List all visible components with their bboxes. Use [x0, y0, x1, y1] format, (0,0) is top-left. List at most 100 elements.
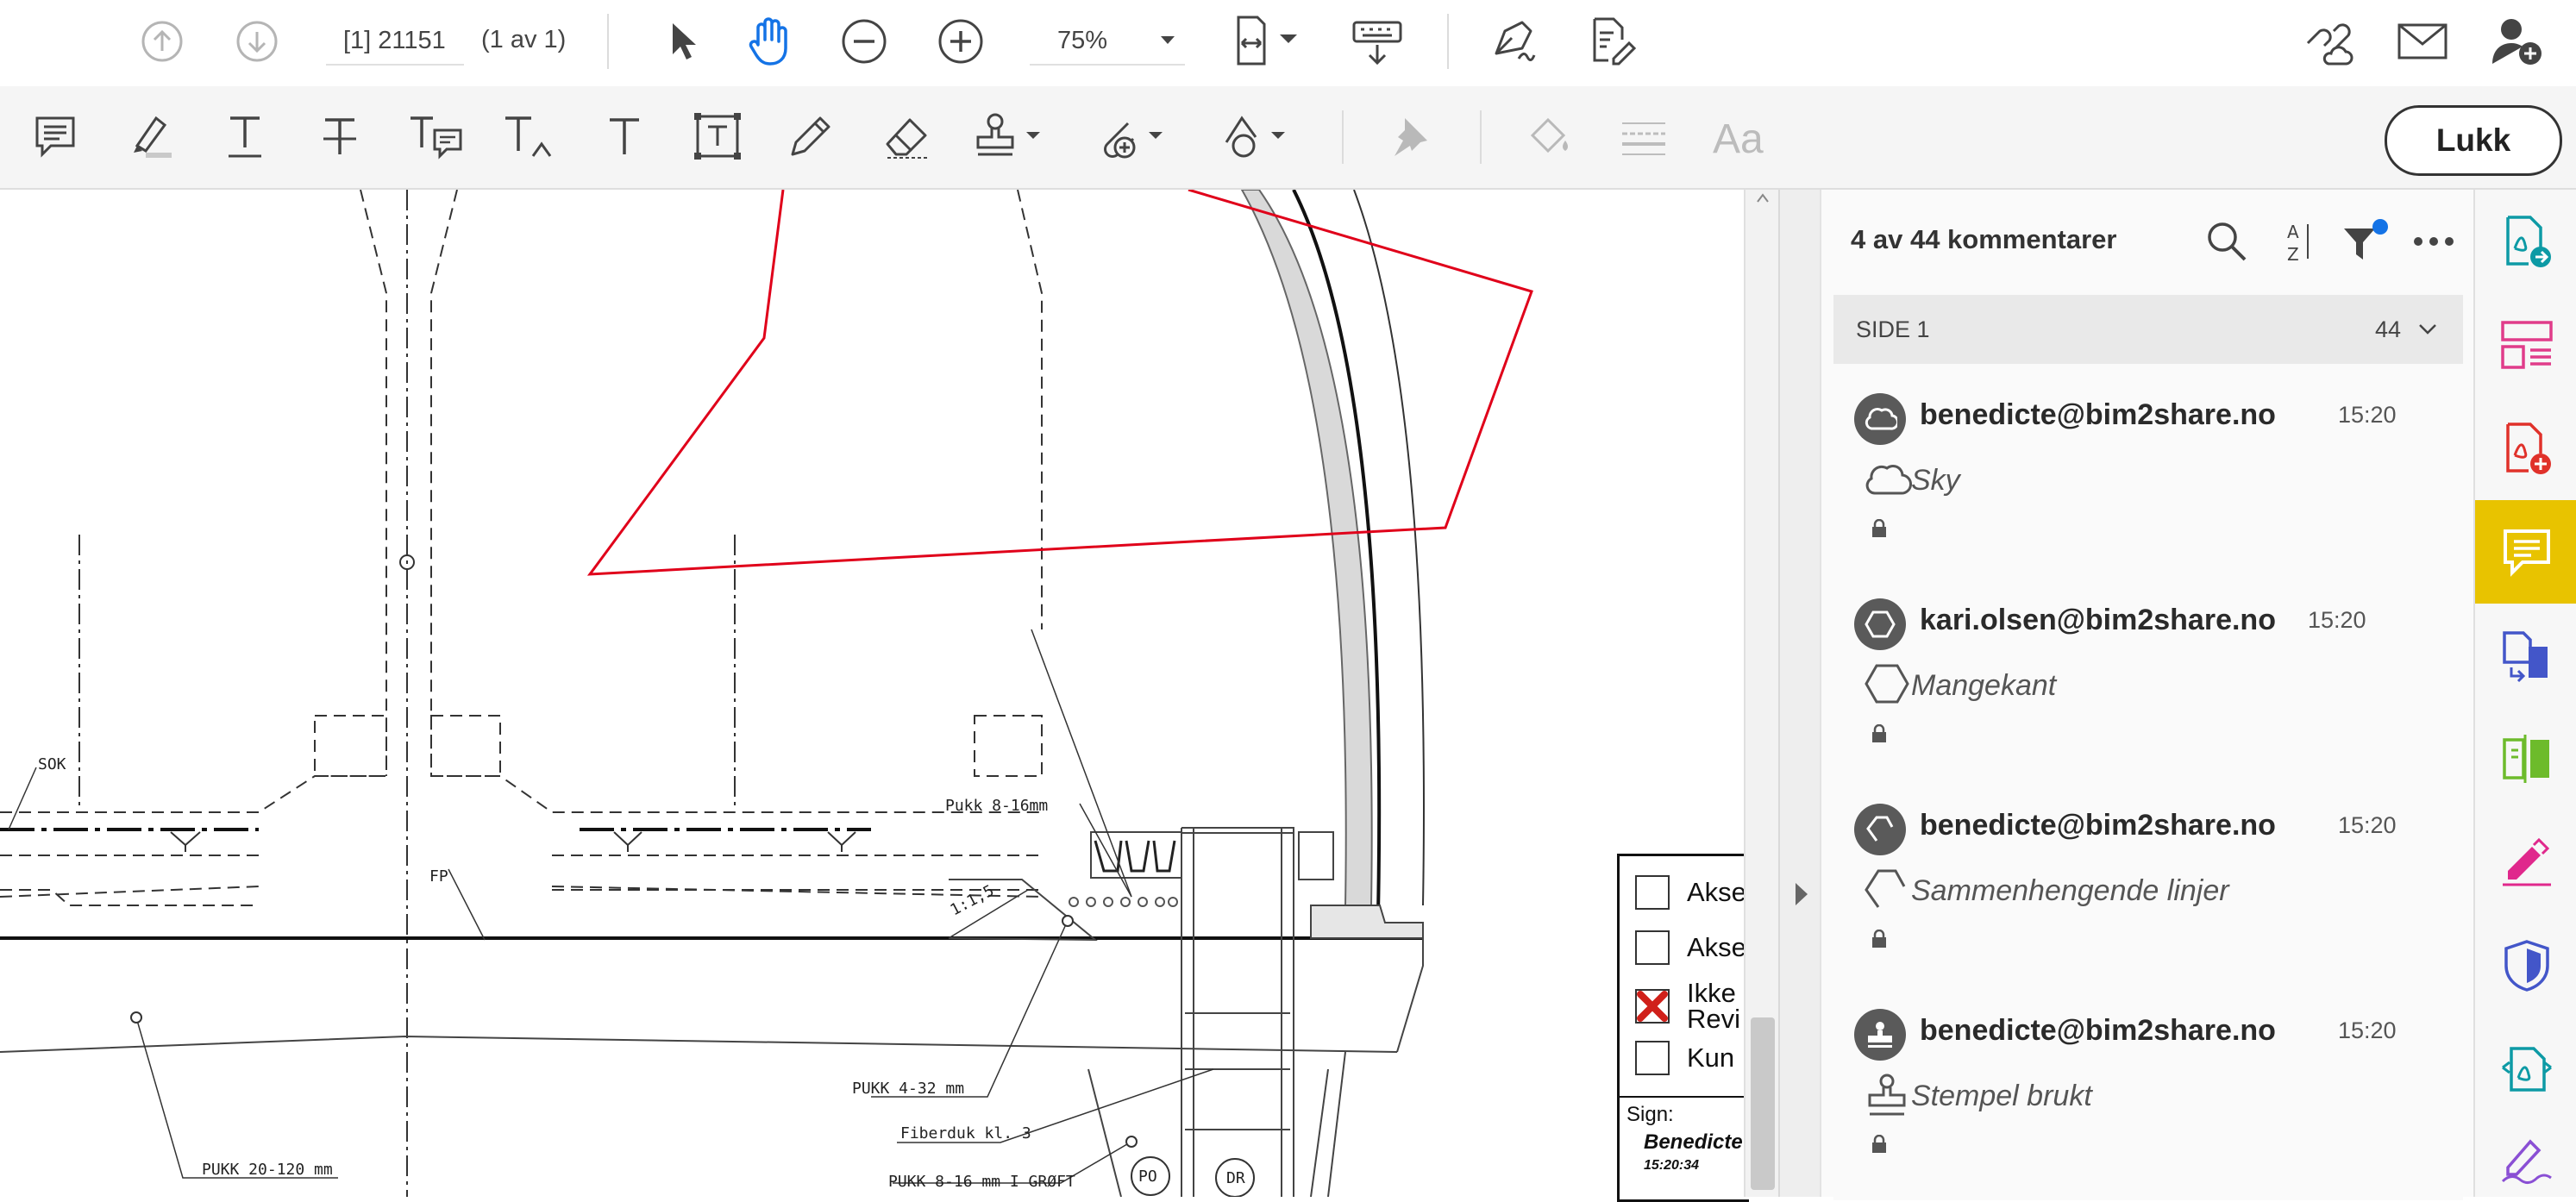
top-toolbar: [1] 21151 (1 av 1) 75%: [0, 0, 2576, 88]
search-comments-button[interactable]: [2201, 216, 2253, 267]
envelope-icon: [2397, 23, 2448, 59]
pencil-button[interactable]: [785, 110, 837, 162]
sort-az-icon: AZ: [2287, 222, 2309, 264]
document-canvas[interactable]: SOK FP Pukk 8-16mm 1:1,5 PUKK 4-32 mm Fi…: [0, 190, 1744, 1197]
text-icon: [610, 118, 639, 154]
strikethrough-button[interactable]: [314, 110, 366, 162]
page-number-value: [1] 21151: [343, 26, 446, 54]
close-button[interactable]: Lukk: [2385, 105, 2562, 176]
underline-text-button[interactable]: [219, 110, 271, 162]
checkbox-checked: [1635, 989, 1670, 1024]
text-properties-button[interactable]: Aa: [1713, 116, 1764, 163]
edit-pdf-button[interactable]: [1583, 12, 1639, 69]
fill-sign-tool[interactable]: [2475, 811, 2576, 914]
chevron-down-icon: [1161, 36, 1175, 44]
fill-color-button[interactable]: [1523, 110, 1575, 162]
page-section-header[interactable]: SIDE 1 44: [1833, 295, 2463, 364]
comment-time: 15:20: [2338, 402, 2397, 428]
shapes-button[interactable]: [1216, 110, 1294, 162]
request-signature-tool[interactable]: [2475, 1121, 2576, 1197]
comment-tool[interactable]: [2475, 500, 2576, 604]
email-button[interactable]: [2394, 16, 2451, 67]
eraser-button[interactable]: [880, 110, 931, 162]
fill-sign-icon: [2502, 837, 2551, 886]
label-pukk-grøft: PUKK 8-16 mm I GRØFT: [888, 1173, 1075, 1191]
shield-icon: [2504, 940, 2549, 992]
comments-panel: 4 av 44 kommentarer AZ SIDE 1 44 benedic…: [1820, 190, 2475, 1200]
signer-name: Benedicte: [1644, 1130, 1743, 1154]
page-fit-button[interactable]: [1225, 10, 1311, 71]
zoom-out-button[interactable]: [838, 16, 890, 67]
page-number-input[interactable]: [1] 21151: [326, 17, 464, 66]
stamp-row-label: Akse: [1687, 877, 1746, 907]
add-user-button[interactable]: [2487, 12, 2548, 69]
comment-item[interactable]: kari.olsen@bim2share.no 15:20 Mangekant: [1833, 586, 2463, 790]
divider: [1342, 110, 1344, 164]
comment-time: 15:20: [2308, 607, 2366, 633]
next-page-button[interactable]: [233, 17, 281, 66]
send-for-review-tool[interactable]: [2475, 1017, 2576, 1121]
divider: [607, 14, 609, 69]
polygon-icon: [1865, 664, 1909, 704]
comment-item[interactable]: benedicte@bim2share.no 15:20 Sky: [1833, 381, 2463, 585]
comment-type: Sky: [1911, 464, 1960, 497]
stamp-button[interactable]: [971, 110, 1049, 162]
pencil-icon: [791, 116, 830, 156]
panel-collapse-strip[interactable]: [1778, 190, 1821, 1197]
filter-button[interactable]: [2339, 214, 2394, 269]
vertical-scrollbar[interactable]: [1744, 190, 1780, 1197]
signature-pen-icon: [2501, 1139, 2552, 1184]
sort-button[interactable]: AZ: [2272, 216, 2323, 267]
sticky-note-button[interactable]: [29, 110, 81, 162]
label-pukk-4-32: PUKK 4-32 mm: [852, 1080, 964, 1098]
plus-circle-icon: [938, 19, 983, 64]
sign-label: Sign:: [1626, 1103, 1674, 1126]
select-tool-button[interactable]: [657, 16, 709, 67]
comment-item[interactable]: benedicte@bim2share.no 15:20 Sammenhenge…: [1833, 792, 2463, 995]
zoom-select[interactable]: 75%: [1030, 17, 1185, 66]
checkbox: [1635, 875, 1670, 910]
scroll-mode-button[interactable]: [1347, 14, 1407, 69]
comment-author: kari.olsen@bim2share.no: [1920, 604, 2276, 636]
stamp-row-label: Ikke Revi: [1687, 978, 1741, 1034]
replace-text-button[interactable]: [405, 110, 466, 162]
add-text-button[interactable]: [599, 110, 650, 162]
comment-item[interactable]: benedicte@bim2share.no 15:20 Stempel bru…: [1833, 997, 2463, 1200]
comment-type: Stempel brukt: [1911, 1080, 2092, 1112]
svg-text:Z: Z: [2287, 244, 2299, 264]
lock-icon: [1872, 930, 1886, 948]
label-sok: SOK: [38, 755, 66, 773]
previous-page-button[interactable]: [138, 17, 186, 66]
cloud-icon: [1865, 464, 1913, 495]
combine-files-tool[interactable]: [2475, 604, 2576, 707]
create-pdf-tool[interactable]: [2475, 397, 2576, 500]
insert-text-button[interactable]: [500, 110, 561, 162]
more-options-button[interactable]: [2408, 216, 2460, 267]
compare-files-tool[interactable]: [2475, 707, 2576, 811]
line-style-button[interactable]: [1618, 110, 1670, 162]
paint-bucket-icon: [1530, 117, 1568, 153]
page-count: (1 av 1): [481, 26, 567, 53]
attach-file-button[interactable]: [1094, 110, 1171, 162]
label-fiberduk: Fiberduk kl. 3: [900, 1124, 1031, 1143]
stamp-row: Ikke Revi: [1635, 980, 1744, 1032]
keep-tool-selected-button[interactable]: [1383, 110, 1435, 162]
sign-button[interactable]: [1487, 12, 1542, 69]
organize-pages-tool[interactable]: [2475, 293, 2576, 397]
stamp-row: Akse: [1635, 875, 1746, 910]
hand-tool-button[interactable]: [743, 14, 799, 69]
scroll-up-arrow-icon[interactable]: [1754, 191, 1771, 205]
chevron-right-icon[interactable]: [1792, 881, 1811, 907]
protect-tool[interactable]: [2475, 914, 2576, 1017]
text-box-button[interactable]: [692, 110, 743, 162]
export-pdf-tool[interactable]: [2475, 190, 2576, 293]
lock-icon: [1872, 519, 1886, 537]
review-stamp[interactable]: Akse Akse Ikke Revi Kun Sign: Benedicte …: [1617, 854, 1749, 1202]
divider: [1447, 14, 1449, 69]
share-link-button[interactable]: [2297, 12, 2358, 69]
minus-circle-icon: [842, 19, 887, 64]
more-icon: [2414, 237, 2454, 246]
scrollbar-thumb[interactable]: [1751, 1017, 1775, 1190]
zoom-in-button[interactable]: [935, 16, 987, 67]
highlight-button[interactable]: [124, 110, 176, 162]
